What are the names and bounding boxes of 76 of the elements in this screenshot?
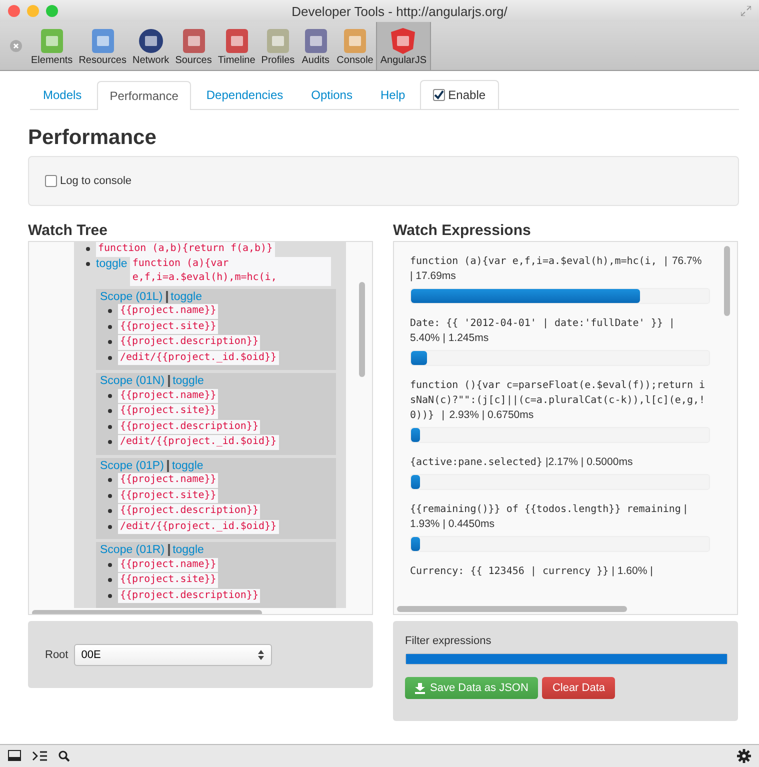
filter-label: Filter expressions	[405, 635, 492, 647]
horizontal-scrollbar[interactable]	[397, 606, 627, 612]
toolbar-button[interactable]: Resources	[76, 22, 130, 70]
code-expression: {{project.name}}	[118, 304, 218, 318]
scope-link[interactable]: Scope (01P)	[100, 458, 164, 473]
search-icon[interactable]	[58, 750, 70, 762]
toggle-link[interactable]: toggle	[172, 458, 204, 473]
expression-text: {active:pane.selected} |2.17% | 0.5000ms	[410, 455, 634, 470]
expression-text: Currency: {{ 123456 | currency }} | 1.60% |	[410, 564, 654, 579]
code-expression: function (a,b){return f(a,b)}	[96, 242, 275, 256]
root-select[interactable]: 00E	[74, 644, 272, 666]
page-heading: Performance	[28, 126, 158, 150]
code-expression: {{project.site}}	[118, 320, 218, 334]
code-expression: /edit/{{project._id.$oid}}	[118, 435, 279, 450]
toolbar-button[interactable]: AngularJS	[376, 22, 430, 70]
toolbar-button[interactable]: Profiles	[258, 22, 298, 70]
toolbar-button[interactable]: Elements	[28, 22, 76, 70]
stepper-icon	[257, 648, 266, 660]
code-expression: {{project.name}}	[118, 388, 218, 403]
code-expression: {{project.description}}	[118, 335, 260, 350]
code-expression: {{project.site}}	[118, 573, 218, 588]
zoom-window-button[interactable]	[46, 5, 58, 17]
fullscreen-icon[interactable]	[741, 6, 751, 16]
expression-text: function (){var c=parseFloat(e.$eval(f));return isNaN(c)?"":(j[c]||(c=a.pluralCat(c-k)),l[c](e,g,!0))} | 2.93% | 0.6750ms	[410, 379, 706, 423]
scope-link[interactable]: Scope (01L)	[100, 290, 163, 304]
checkmark-icon	[434, 90, 444, 100]
code-expression: /edit/{{project._id.$oid}}	[118, 350, 279, 365]
scope-link[interactable]: Scope (01N)	[100, 374, 165, 388]
toolbar-button[interactable]: Timeline	[214, 22, 258, 70]
code-expression: {{project.site}}	[118, 404, 218, 418]
minimize-window-button[interactable]	[27, 5, 39, 17]
tab[interactable]: Performance	[96, 81, 192, 110]
separator-bar	[168, 544, 170, 556]
toggle-link[interactable]: toggle	[172, 374, 204, 388]
tab[interactable]: Help	[367, 80, 418, 109]
toggle-link[interactable]: toggle	[96, 256, 128, 271]
toolbar-button[interactable]: Audits	[298, 22, 334, 70]
close-window-button[interactable]	[8, 5, 20, 17]
tab[interactable]: Models	[30, 80, 95, 109]
code-expression: function (a){var e,f,i=a.$eval(h),m=hc(i,	[130, 256, 331, 286]
separator-bar	[166, 290, 168, 303]
expression-text: function (a){var e,f,i=a.$eval(h),m=hc(i, | 76.7% | 17.69ms	[410, 254, 703, 284]
settings-icon[interactable]	[737, 749, 751, 763]
toggle-link[interactable]: toggle	[172, 543, 204, 558]
code-expression: {{project.site}}	[118, 488, 218, 503]
code-expression: {{project.description}}	[118, 420, 260, 434]
clear-button[interactable]: Clear Data	[542, 677, 616, 699]
root-label: Root	[45, 648, 68, 660]
code-expression: {{project.name}}	[118, 558, 218, 572]
toggle-link[interactable]: toggle	[170, 290, 202, 304]
expression-text: Date: {{ '2012-04-01' | date:'fullDate' }} | 5.40% | 1.245ms	[410, 317, 676, 346]
section-title: Watch Tree	[28, 222, 108, 239]
dock-icon[interactable]	[8, 750, 22, 762]
toolbar-button[interactable]: Network	[130, 22, 172, 70]
enable-checkbox[interactable]: Enable	[420, 80, 499, 109]
section-title: Watch Expressions	[393, 222, 532, 239]
separator-bar	[166, 460, 169, 472]
log-checkbox[interactable]: Log to console	[45, 175, 132, 187]
expression-text: {{remaining()}} of {{todos.length}} remaining | 1.93% | 0.4450ms	[410, 502, 688, 532]
code-expression: {{project.description}}	[118, 588, 260, 603]
toolbar-button[interactable]: Console	[334, 22, 376, 70]
tab[interactable]: Options	[298, 80, 366, 109]
console-icon[interactable]	[32, 750, 48, 762]
code-expression: {{project.name}}	[118, 473, 218, 488]
scope-link[interactable]: Scope (01R)	[100, 543, 165, 558]
code-expression: {{project.description}}	[118, 504, 260, 518]
vertical-scrollbar[interactable]	[359, 282, 365, 377]
save-button[interactable]: Save Data as JSON	[405, 677, 538, 699]
tab[interactable]: Dependencies	[193, 80, 296, 109]
vertical-scrollbar[interactable]	[724, 246, 730, 316]
window-title: Developer Tools - http://angularjs.org/	[290, 4, 508, 18]
code-expression: /edit/{{project._id.$oid}}	[118, 520, 279, 534]
download-icon	[415, 682, 425, 694]
toolbar-button[interactable]: Sources	[172, 22, 215, 70]
separator-bar	[168, 375, 170, 388]
close-icon[interactable]	[10, 40, 22, 52]
